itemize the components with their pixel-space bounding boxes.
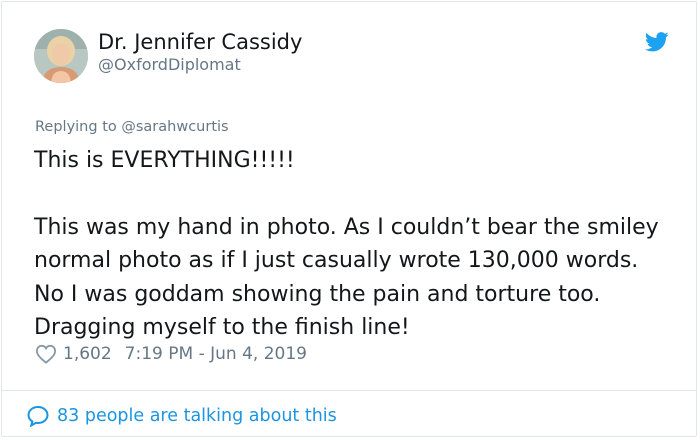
- tweet-meta: 1,602 7:19 PM - Jun 4, 2019: [35, 342, 307, 366]
- tweet-text: This is EVERYTHING!!!!! This was my hand…: [34, 144, 674, 345]
- conversation-link[interactable]: 83 people are talking about this: [26, 404, 337, 428]
- divider: [2, 390, 696, 391]
- like-count[interactable]: 1,602: [63, 344, 112, 364]
- conversation-text[interactable]: 83 people are talking about this: [57, 406, 337, 426]
- author-name[interactable]: Dr. Jennifer Cassidy: [98, 29, 302, 55]
- reply-mention-link[interactable]: @sarahwcurtis: [121, 119, 228, 135]
- tweet-timestamp[interactable]: 7:19 PM - Jun 4, 2019: [125, 344, 307, 364]
- speech-bubble-icon: [27, 405, 49, 427]
- tweet-text-paragraph: This was my hand in photo. As I couldn’t…: [34, 214, 659, 341]
- tweet-card: Dr. Jennifer Cassidy @OxfordDiplomat Rep…: [1, 1, 697, 437]
- tweet-text-line: This is EVERYTHING!!!!!: [34, 148, 295, 173]
- author-handle[interactable]: @OxfordDiplomat: [98, 55, 241, 75]
- avatar-image: [34, 29, 88, 83]
- heart-icon[interactable]: [35, 344, 57, 364]
- replying-to: Replying to @sarahwcurtis: [35, 118, 229, 136]
- twitter-bird-icon[interactable]: [645, 32, 669, 52]
- avatar[interactable]: [34, 29, 88, 83]
- replying-prefix: Replying to: [35, 119, 117, 135]
